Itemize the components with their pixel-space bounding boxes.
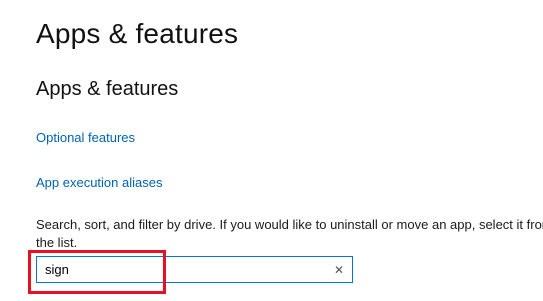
app-execution-aliases-link[interactable]: App execution aliases bbox=[36, 175, 162, 190]
app-search-input[interactable] bbox=[37, 257, 326, 282]
search-description: Search, sort, and filter by drive. If yo… bbox=[36, 217, 543, 250]
optional-features-link[interactable]: Optional features bbox=[36, 130, 135, 145]
clear-search-icon[interactable]: ✕ bbox=[326, 257, 352, 282]
section-title: Apps & features bbox=[36, 78, 179, 100]
settings-page: Apps & features Apps & features Optional… bbox=[0, 0, 543, 301]
page-title: Apps & features bbox=[36, 18, 239, 49]
app-search-box: ✕ bbox=[36, 256, 353, 283]
